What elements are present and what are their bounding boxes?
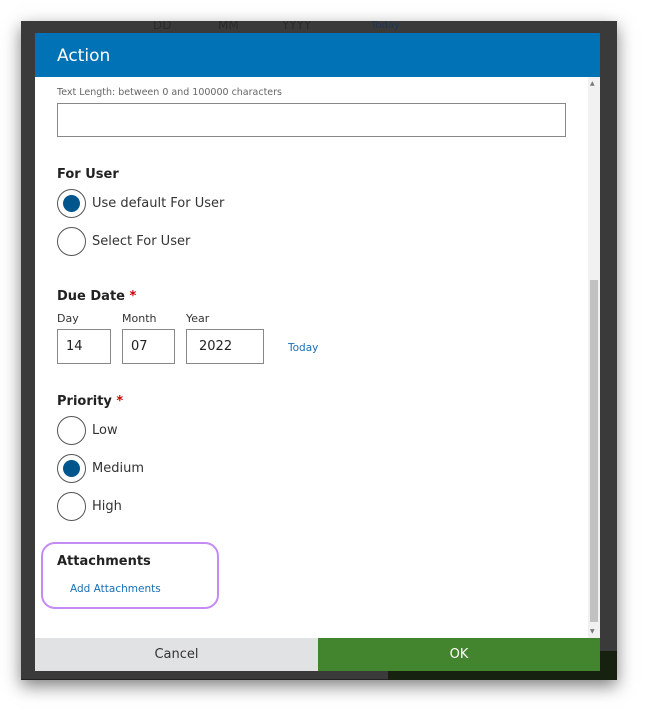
today-link[interactable]: Today (288, 342, 318, 354)
due-date-label: Due Date * (57, 289, 137, 304)
scroll-down-icon[interactable]: ▼ (590, 628, 595, 635)
attachments-highlight (41, 542, 219, 609)
radio-select-for-user[interactable]: Select For User (57, 227, 190, 256)
cancel-button[interactable]: Cancel (35, 638, 318, 671)
action-detail-textarea[interactable] (57, 103, 566, 137)
dialog-title: Action (35, 33, 600, 77)
month-label: Month (122, 312, 157, 325)
radio-icon (57, 492, 86, 521)
radio-medium[interactable]: Medium (57, 454, 144, 483)
scrollbar[interactable]: ▲ ▼ (588, 77, 600, 638)
radio-high[interactable]: High (57, 492, 122, 521)
text-length-hint: Text Length: between 0 and 100000 charac… (57, 87, 283, 98)
bg-month: MM (218, 21, 239, 32)
month-input[interactable]: 07 (122, 329, 175, 364)
radio-icon (57, 416, 86, 445)
add-attachments-link[interactable]: Add Attachments (70, 583, 161, 595)
bg-today: Today (371, 21, 400, 31)
priority-label: Priority * (57, 394, 124, 409)
radio-use-default-for-user[interactable]: Use default For User (57, 189, 224, 218)
bg-day: DD (153, 21, 172, 32)
day-label: Day (57, 312, 79, 325)
ok-button[interactable]: OK (318, 638, 600, 671)
radio-low[interactable]: Low (57, 416, 118, 445)
radio-icon (57, 227, 86, 256)
dialog-body: Text Length: between 0 and 100000 charac… (35, 77, 600, 638)
scrollbar-thumb[interactable] (590, 280, 598, 622)
attachments-label: Attachments (57, 554, 151, 569)
day-input[interactable]: 14 (57, 329, 111, 364)
bg-year: YYYY (282, 21, 312, 32)
scroll-up-icon[interactable]: ▲ (590, 80, 595, 87)
background-screen: DD MM YYYY Today Action Text Length: bet… (21, 21, 617, 680)
year-label: Year (186, 312, 210, 325)
radio-icon (57, 454, 86, 483)
year-input[interactable]: 2022 (186, 329, 264, 364)
for-user-label: For User (57, 167, 119, 182)
radio-icon (57, 189, 86, 218)
action-dialog: Action Text Length: between 0 and 100000… (35, 33, 600, 671)
